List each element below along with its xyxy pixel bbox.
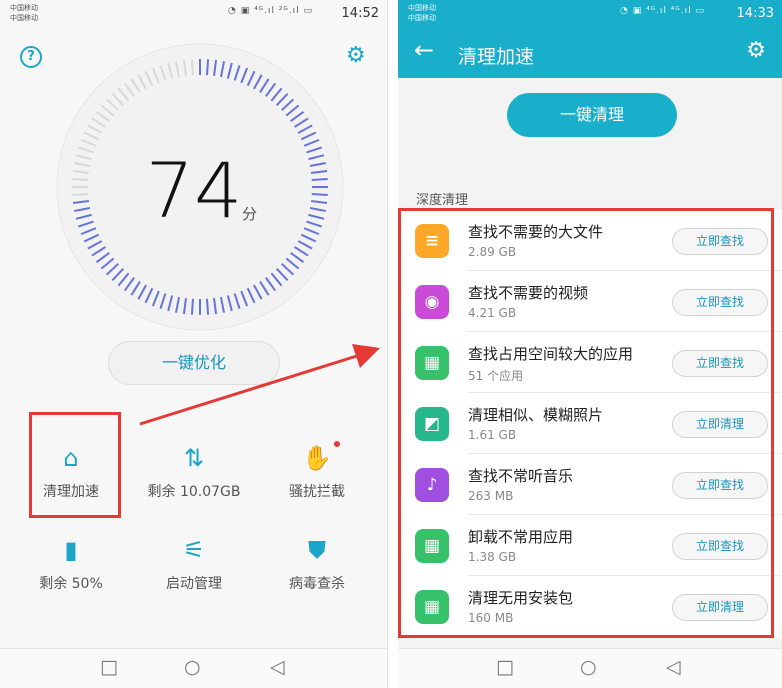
carrier-labels: 中国移动 中国移动 xyxy=(408,3,436,23)
app-bar: 中国移动 中国移动 ◔ ▣ ⁴ᴳ.ıl ⁴ᴳ.ıl ▭ 14:33 ← 清理加速… xyxy=(398,0,782,78)
tool-startup-manage[interactable]: ⚟ 启动管理 xyxy=(135,533,253,593)
carrier-1: 中国移动 xyxy=(408,4,436,12)
carrier-2: 中国移动 xyxy=(10,14,38,22)
settings-gear-icon[interactable]: ⚙ xyxy=(346,45,366,67)
tool-label: 病毒查杀 xyxy=(289,576,345,592)
tool-harassment-block[interactable]: ✋ 骚扰拦截 xyxy=(258,441,376,501)
tool-label: 骚扰拦截 xyxy=(289,484,345,500)
carrier-1: 中国移动 xyxy=(10,4,38,12)
carrier-2: 中国移动 xyxy=(408,14,436,22)
highlight-box-clean-accelerate xyxy=(29,412,121,518)
phone-manager-home-screen: 中国移动 中国移动 ◔ ▣ ⁴ᴳ.ıl ²ᴳ.ıl ▭ 14:52 ? ⚙ 74… xyxy=(0,0,388,688)
status-icons: ◔ ▣ ⁴ᴳ.ıl ⁴ᴳ.ıl ▭ xyxy=(620,6,706,16)
navigation-bar: □ ○ ◁ xyxy=(0,648,387,688)
status-time: 14:33 xyxy=(736,6,774,21)
navigation-bar: □ ○ ◁ xyxy=(398,648,782,688)
recent-triangle-icon[interactable]: ◁ xyxy=(270,656,285,678)
tool-label: 剩余 10.07GB xyxy=(147,484,241,500)
gauge-tick xyxy=(190,59,194,76)
tool-virus-scan[interactable]: ⛊ 病毒查杀 xyxy=(258,533,376,593)
gauge-tick xyxy=(206,298,210,315)
back-square-icon[interactable]: □ xyxy=(496,656,514,678)
home-circle-icon[interactable]: ○ xyxy=(184,656,201,678)
settings-gear-icon[interactable]: ⚙ xyxy=(746,40,766,62)
storage-icon: ⇅ xyxy=(183,444,205,472)
section-label-deep-clean: 深度清理 xyxy=(416,193,469,208)
carrier-labels: 中国移动 中国移动 xyxy=(10,3,38,23)
startup-manage-icon: ⚟ xyxy=(183,536,205,564)
gauge-tick xyxy=(206,59,210,76)
notification-dot xyxy=(334,441,340,447)
recent-triangle-icon[interactable]: ◁ xyxy=(666,656,681,678)
back-square-icon[interactable]: □ xyxy=(100,656,118,678)
back-arrow-icon[interactable]: ← xyxy=(414,38,434,62)
health-score: 74 xyxy=(145,146,243,235)
status-icons: ◔ ▣ ⁴ᴳ.ıl ²ᴳ.ıl ▭ xyxy=(228,6,314,16)
status-time: 14:52 xyxy=(341,6,379,21)
gauge-tick xyxy=(190,298,194,315)
tool-label: 剩余 50% xyxy=(39,576,103,592)
one-tap-clean-button[interactable]: 一键清理 xyxy=(507,93,677,137)
status-bar: 中国移动 中国移动 ◔ ▣ ⁴ᴳ.ıl ⁴ᴳ.ıl ▭ 14:33 xyxy=(398,0,782,30)
page-title: 清理加速 xyxy=(458,46,535,68)
clean-accelerate-screen: 中国移动 中国移动 ◔ ▣ ⁴ᴳ.ıl ⁴ᴳ.ıl ▭ 14:33 ← 清理加速… xyxy=(398,0,782,688)
virus-scan-icon: ⛊ xyxy=(308,536,326,564)
status-bar: 中国移动 中国移动 ◔ ▣ ⁴ᴳ.ıl ²ᴳ.ıl ▭ 14:52 xyxy=(0,0,387,30)
battery-icon: ▮ xyxy=(64,536,78,564)
tool-battery[interactable]: ▮ 剩余 50% xyxy=(12,533,130,593)
home-circle-icon[interactable]: ○ xyxy=(580,656,597,678)
health-score-unit: 分 xyxy=(242,205,258,223)
harassment-block-icon: ✋ xyxy=(302,444,332,472)
highlight-box-deep-clean xyxy=(398,208,774,638)
tool-storage[interactable]: ⇅ 剩余 10.07GB xyxy=(135,441,253,501)
help-icon[interactable]: ? xyxy=(20,46,42,68)
one-tap-optimize-button[interactable]: 一键优化 xyxy=(108,341,280,385)
tool-label: 启动管理 xyxy=(166,576,222,592)
